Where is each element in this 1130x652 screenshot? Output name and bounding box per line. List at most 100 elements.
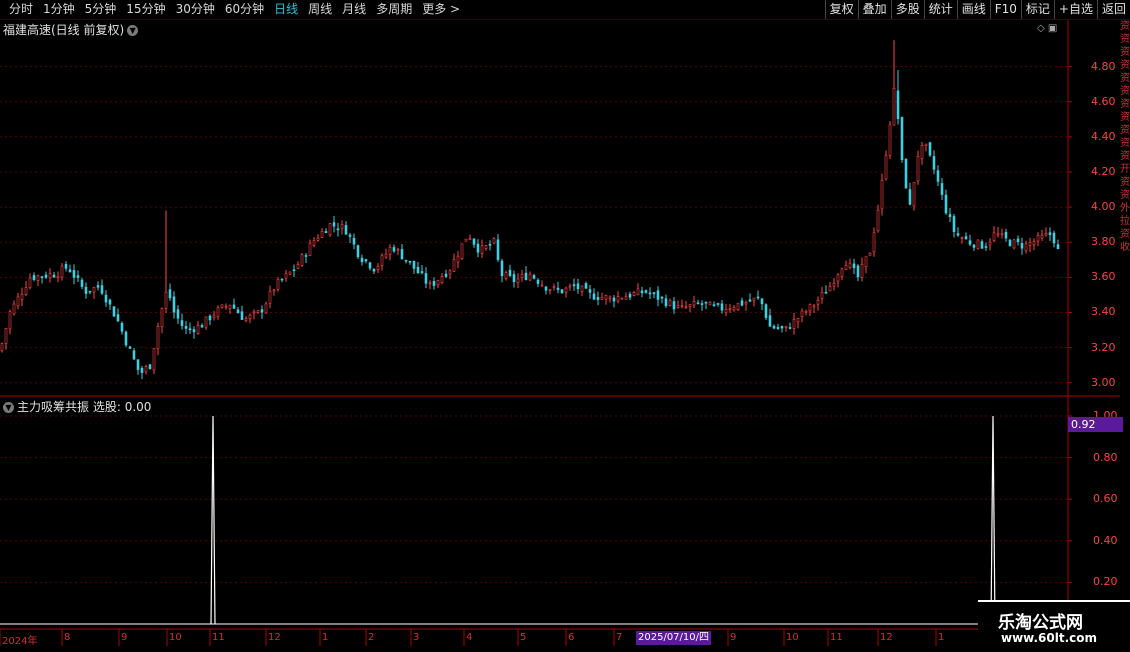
candle-body [44, 274, 48, 278]
candle-body [820, 292, 824, 299]
candle-body [996, 233, 1000, 236]
candle-body [12, 303, 16, 315]
candle-body [308, 243, 312, 256]
candle-body [312, 240, 316, 246]
candle-body [568, 285, 572, 288]
x-axis-label: 12 [268, 632, 281, 643]
candle-body [544, 286, 548, 291]
candle-body [648, 292, 652, 295]
candle-body [596, 297, 600, 300]
candle-body [344, 225, 348, 235]
candle-body [640, 290, 644, 294]
candle-body [636, 288, 640, 296]
candle-body [808, 304, 812, 312]
candle-body [224, 305, 228, 308]
candle-body [112, 306, 116, 317]
candle-body [488, 244, 492, 246]
candle-body [476, 243, 480, 253]
candle-body [128, 346, 132, 349]
candle-body [616, 296, 620, 302]
candle-body [624, 296, 628, 300]
candle-body [700, 303, 704, 305]
candle-body [276, 279, 280, 290]
candle-body [380, 255, 384, 266]
candle-body [500, 260, 504, 277]
candle-body [440, 276, 444, 283]
candle-body [180, 320, 184, 326]
candle-body [356, 245, 360, 258]
candle-body [156, 326, 160, 350]
candle-body [840, 268, 844, 277]
candle-body [1032, 241, 1036, 246]
candle-body [184, 325, 188, 329]
candle-body [896, 90, 900, 120]
candle-body [744, 302, 748, 305]
candle-body [400, 249, 404, 260]
candle-body [976, 239, 980, 249]
candle-body [412, 260, 416, 269]
candle-body [404, 259, 408, 262]
candle-body [924, 143, 928, 146]
candle-body [408, 260, 412, 263]
candle-body [796, 318, 800, 323]
candle-body [792, 319, 796, 329]
x-axis-label: 1 [322, 632, 329, 643]
candle-body [52, 274, 56, 278]
watermark-logo: 乐淘公式网 www.60lt.com [978, 600, 1130, 652]
candle-body [536, 279, 540, 284]
candle-body [612, 297, 616, 302]
candle-body [148, 364, 152, 370]
candle-body [36, 275, 40, 281]
y-tick-label: 3.40 [1091, 305, 1116, 319]
candle-body [48, 273, 52, 279]
candle-body [920, 145, 924, 159]
candle-body [784, 325, 788, 328]
candle-body [548, 289, 552, 291]
candle-body [804, 311, 808, 313]
x-axis-label: 3 [413, 632, 420, 643]
candle-body [644, 290, 648, 293]
candle-body [376, 265, 380, 270]
candle-body [236, 309, 240, 314]
candle-body [40, 276, 44, 278]
candle-body [912, 182, 916, 207]
candle-body [384, 253, 388, 258]
candle-body [256, 310, 260, 313]
candle-body [372, 268, 376, 272]
candle-body [524, 272, 528, 281]
candle-body [688, 304, 692, 307]
candle-body [464, 238, 468, 242]
x-axis-label: 10 [169, 632, 182, 643]
candle-body [760, 298, 764, 305]
candle-body [992, 232, 996, 241]
candle-body [680, 304, 684, 307]
indicator-spike [990, 415, 996, 625]
candle-body [160, 307, 164, 328]
candle-body [988, 241, 992, 246]
candle-body [672, 301, 676, 310]
candle-body [296, 264, 300, 269]
x-axis-label: 10 [786, 632, 799, 643]
candle-body [80, 279, 84, 287]
watermark-line1: 乐淘公式网 [998, 613, 1083, 633]
x-axis-label: 5 [520, 632, 527, 643]
x-axis-label: 11 [212, 632, 225, 643]
kline-chart[interactable] [0, 0, 1130, 650]
candle-body [660, 296, 664, 299]
candle-body [188, 328, 192, 331]
candle-body [124, 331, 128, 346]
candle-body [604, 295, 608, 300]
candle-body [516, 278, 520, 284]
x-axis-label: 9 [121, 632, 128, 643]
candle-body [876, 209, 880, 232]
candle-body [8, 311, 12, 330]
candle-body [472, 238, 476, 245]
cursor-date-badge: 2025/07/10/四 [636, 631, 712, 645]
candle-body [316, 237, 320, 241]
candle-body [348, 234, 352, 237]
candle-body [60, 265, 64, 278]
candle-body [444, 273, 448, 277]
indicator-y-tick-label: 0.80 [1093, 450, 1118, 464]
candle-body [216, 307, 220, 318]
candle-body [492, 238, 496, 244]
